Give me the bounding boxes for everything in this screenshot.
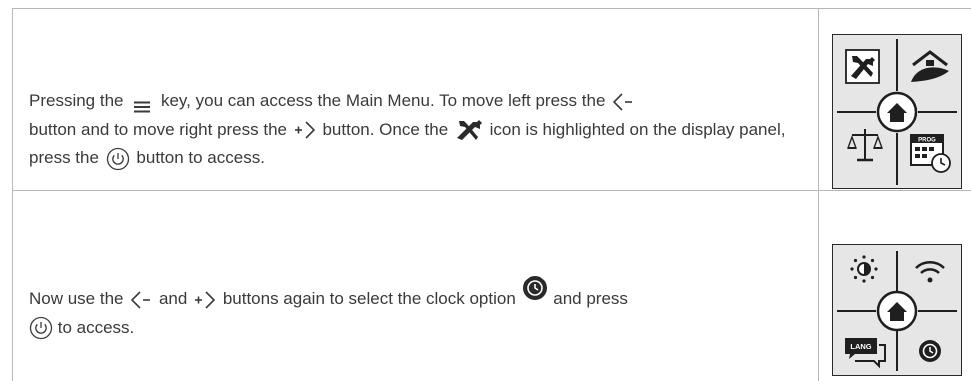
power-icon — [104, 147, 132, 171]
text-segment: button. Once the — [322, 119, 449, 139]
lang-badge: LANG — [850, 342, 871, 351]
row-1-instructions: Pressing the key, you can access the Mai… — [29, 87, 809, 173]
calendar-clock-icon: PROG — [910, 134, 951, 173]
tools-icon — [453, 118, 485, 142]
language-icon: LANG — [845, 338, 886, 369]
home-leaf-icon — [911, 50, 949, 82]
left-arrow-icon — [128, 289, 154, 311]
display-panel-settings-menu: LANG — [832, 244, 962, 376]
menu-icon — [128, 95, 156, 113]
text-segment: and press — [553, 289, 628, 308]
right-arrow-icon — [192, 289, 218, 311]
row-2-instructions: Now use the and buttons again to select … — [29, 275, 809, 342]
text-segment: button and to move right press the — [29, 119, 287, 139]
text-segment: Now use the — [29, 289, 124, 308]
scale-icon — [847, 129, 883, 162]
text-segment: button to access. — [136, 148, 265, 167]
home-icon — [876, 290, 918, 332]
prog-badge: PROG — [918, 138, 936, 144]
brightness-icon — [850, 255, 878, 283]
table-top-border — [12, 8, 971, 9]
text-segment: and — [158, 289, 188, 308]
text-segment: Pressing the — [29, 91, 124, 110]
text-segment: to access. — [57, 317, 135, 337]
wifi-icon — [915, 261, 945, 283]
text-segment: key, you can access the Main Menu. To mo… — [160, 91, 606, 110]
clock-icon — [919, 340, 941, 362]
left-arrow-icon — [610, 91, 636, 113]
panel-settings-graphic: LANG — [837, 251, 957, 371]
power-icon — [29, 316, 53, 340]
panel-main-menu-graphic: PROG — [837, 39, 957, 185]
table-left-border — [12, 8, 13, 381]
clock-icon — [521, 274, 549, 302]
display-panel-main-menu: PROG — [832, 34, 962, 189]
tools-icon — [845, 49, 880, 84]
right-arrow-icon — [292, 119, 318, 141]
home-icon — [876, 91, 918, 133]
row-divider — [12, 190, 971, 191]
text-segment: buttons again to select the clock option — [222, 289, 516, 308]
column-divider — [818, 8, 819, 381]
